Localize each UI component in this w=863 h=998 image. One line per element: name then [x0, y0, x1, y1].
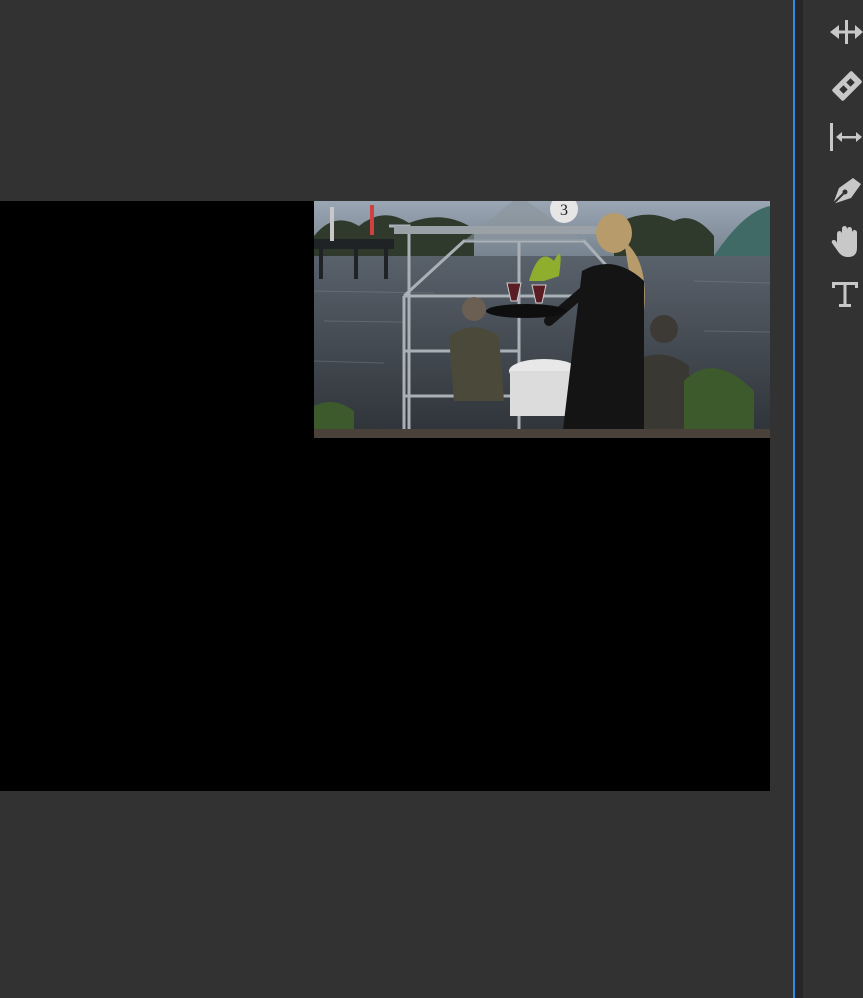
- type-tool-button[interactable]: [827, 274, 863, 314]
- table-number-text: 3: [560, 202, 568, 219]
- program-monitor: 3: [0, 0, 793, 998]
- slip-icon: [830, 123, 862, 151]
- hand-icon: [831, 226, 857, 257]
- tools-panel: [803, 0, 863, 998]
- panel-gap: [795, 0, 803, 998]
- pen-icon: [832, 178, 861, 205]
- sequence-canvas: 3: [0, 201, 770, 791]
- track-select-icon: [830, 20, 863, 44]
- razor-icon: [832, 71, 862, 101]
- video-clip[interactable]: 3: [314, 201, 770, 438]
- type-icon: [832, 282, 858, 307]
- track-select-forward-tool-button[interactable]: [827, 12, 863, 52]
- hand-tool-button[interactable]: [827, 222, 863, 262]
- slip-tool-button[interactable]: [827, 117, 863, 157]
- pen-tool-button[interactable]: [827, 170, 863, 210]
- app-window: 3: [0, 0, 863, 998]
- video-frame-image: 3: [314, 201, 770, 438]
- razor-tool-button[interactable]: [827, 66, 863, 106]
